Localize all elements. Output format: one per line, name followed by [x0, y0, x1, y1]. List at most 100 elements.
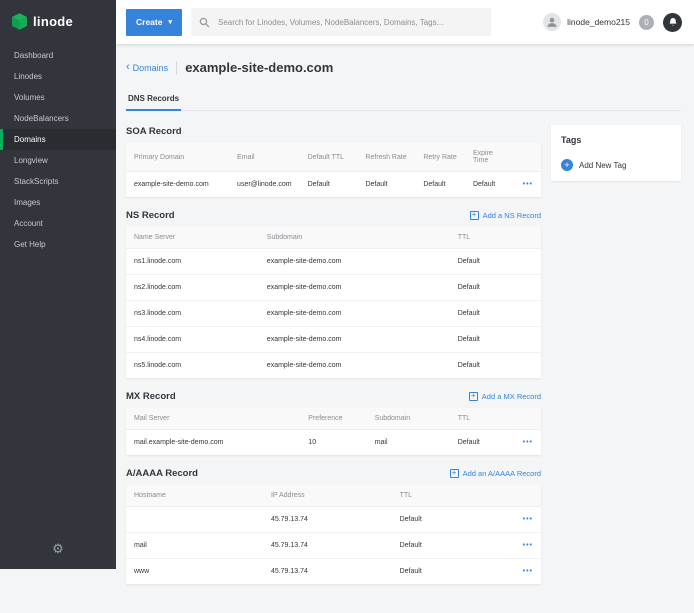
- breadcrumb-label: Domains: [133, 63, 169, 73]
- sidebar-item-dashboard[interactable]: Dashboard: [0, 45, 116, 66]
- table-row: ns3.linode.com example-site-demo.com Def…: [126, 301, 541, 327]
- row-actions-menu-icon[interactable]: •••: [515, 172, 541, 198]
- search-icon: [199, 17, 210, 28]
- cell: Default: [450, 327, 512, 353]
- cell: Default: [300, 172, 358, 198]
- row-actions-menu-icon[interactable]: •••: [512, 559, 541, 585]
- table-row: mail.example-site-demo.com 10 mail Defau…: [126, 430, 541, 456]
- a-aaaa-section-title: A/AAAA Record: [126, 468, 198, 479]
- add-ns-record-button[interactable]: + Add a NS Record: [470, 211, 541, 220]
- cell: Default: [450, 301, 512, 327]
- page-title: example-site-demo.com: [185, 60, 333, 75]
- sidebar-item-volumes[interactable]: Volumes: [0, 87, 116, 108]
- sidebar: linode Dashboard Linodes Volumes NodeBal…: [0, 0, 116, 569]
- linode-logo-icon: [12, 13, 27, 30]
- table-row: example-site-demo.com user@linode.com De…: [126, 172, 541, 198]
- table-row: mail 45.79.13.74 Default •••: [126, 533, 541, 559]
- column-header: Hostname: [126, 485, 263, 507]
- column-header: IP Address: [263, 485, 392, 507]
- ns-record-section: NS Record + Add a NS Record Name Server …: [126, 209, 541, 378]
- sidebar-item-nodebalancers[interactable]: NodeBalancers: [0, 108, 116, 129]
- row-actions-menu-icon[interactable]: •••: [512, 430, 541, 456]
- cell: [126, 507, 263, 533]
- cell: 10: [300, 430, 366, 456]
- topbar: Create ▾ linode_demo215 0: [116, 0, 694, 44]
- sidebar-item-stackscripts[interactable]: StackScripts: [0, 171, 116, 192]
- settings-gear-icon[interactable]: ⚙: [0, 529, 116, 569]
- column-header: Default TTL: [300, 143, 358, 172]
- cell: ns2.linode.com: [126, 275, 259, 301]
- main-content: ‹ Domains example-site-demo.com DNS Reco…: [116, 44, 694, 584]
- tags-panel: Tags + Add New Tag: [551, 125, 681, 181]
- a-aaaa-table: Hostname IP Address TTL 45.79.13.74 Defa…: [126, 485, 541, 584]
- bell-icon[interactable]: [663, 13, 682, 32]
- cell: Default: [450, 249, 512, 275]
- cell: mail: [126, 533, 263, 559]
- cell: mail: [367, 430, 450, 456]
- column-header: Mail Server: [126, 408, 300, 430]
- search-box[interactable]: [191, 8, 491, 36]
- sidebar-item-images[interactable]: Images: [0, 192, 116, 213]
- cell: 45.79.13.74: [263, 507, 392, 533]
- create-button[interactable]: Create ▾: [126, 9, 182, 36]
- chevron-down-icon: ▾: [168, 18, 172, 26]
- cell: user@linode.com: [229, 172, 300, 198]
- tab-dns-records[interactable]: DNS Records: [126, 94, 181, 111]
- cell: Default: [392, 559, 512, 585]
- cell: Default: [450, 353, 512, 379]
- page-header: ‹ Domains example-site-demo.com: [126, 60, 681, 75]
- row-actions-menu-icon[interactable]: •••: [512, 533, 541, 559]
- add-new-tag-button[interactable]: + Add New Tag: [561, 159, 671, 171]
- sidebar-item-domains[interactable]: Domains: [0, 129, 116, 150]
- cell: Default: [392, 507, 512, 533]
- column-header: TTL: [450, 227, 512, 249]
- column-header: Email: [229, 143, 300, 172]
- cell: example-site-demo.com: [259, 301, 450, 327]
- row-actions-menu-icon[interactable]: •••: [512, 507, 541, 533]
- a-aaaa-record-section: A/AAAA Record + Add an A/AAAA Record Hos…: [126, 467, 541, 584]
- sidebar-item-account[interactable]: Account: [0, 213, 116, 234]
- tags-title: Tags: [561, 135, 671, 145]
- column-header: Subdomain: [367, 408, 450, 430]
- notification-badge[interactable]: 0: [639, 15, 654, 30]
- mx-record-section: MX Record + Add a MX Record Mail Server …: [126, 390, 541, 455]
- add-mx-record-button[interactable]: + Add a MX Record: [469, 392, 541, 401]
- table-header-row: Mail Server Preference Subdomain TTL: [126, 408, 541, 430]
- cell: ns1.linode.com: [126, 249, 259, 275]
- soa-section-title: SOA Record: [126, 126, 182, 137]
- sidebar-item-longview[interactable]: Longview: [0, 150, 116, 171]
- table-header-row: Hostname IP Address TTL: [126, 485, 541, 507]
- cell: [512, 353, 541, 379]
- ns-table: Name Server Subdomain TTL ns1.linode.com…: [126, 227, 541, 378]
- cell: 45.79.13.74: [263, 559, 392, 585]
- table-row: ns2.linode.com example-site-demo.com Def…: [126, 275, 541, 301]
- sidebar-nav: Dashboard Linodes Volumes NodeBalancers …: [0, 45, 116, 255]
- table-row: ns5.linode.com example-site-demo.com Def…: [126, 353, 541, 379]
- cell: mail.example-site-demo.com: [126, 430, 300, 456]
- cell: Default: [392, 533, 512, 559]
- column-header: Name Server: [126, 227, 259, 249]
- cell: Default: [465, 172, 515, 198]
- breadcrumb-domains[interactable]: ‹ Domains: [126, 62, 168, 73]
- cell: ns3.linode.com: [126, 301, 259, 327]
- tab-bar: DNS Records: [126, 88, 681, 111]
- column-header: TTL: [392, 485, 512, 507]
- soa-record-section: SOA Record Primary Domain Email Default …: [126, 125, 541, 197]
- column-header-actions: [512, 485, 541, 507]
- avatar: [543, 13, 561, 31]
- cell: example-site-demo.com: [259, 353, 450, 379]
- ns-section-title: NS Record: [126, 210, 175, 221]
- column-header-actions: [512, 227, 541, 249]
- cell: Default: [415, 172, 465, 198]
- sidebar-item-linodes[interactable]: Linodes: [0, 66, 116, 87]
- cell: example-site-demo.com: [126, 172, 229, 198]
- add-box-icon: +: [469, 392, 478, 401]
- linode-logo[interactable]: linode: [0, 0, 116, 45]
- search-input[interactable]: [216, 17, 483, 28]
- column-header: Retry Rate: [415, 143, 465, 172]
- cell: Default: [450, 430, 512, 456]
- user-menu[interactable]: linode_demo215: [543, 13, 630, 31]
- sidebar-item-get-help[interactable]: Get Help: [0, 234, 116, 255]
- cell: [512, 327, 541, 353]
- add-a-aaaa-record-button[interactable]: + Add an A/AAAA Record: [450, 469, 541, 478]
